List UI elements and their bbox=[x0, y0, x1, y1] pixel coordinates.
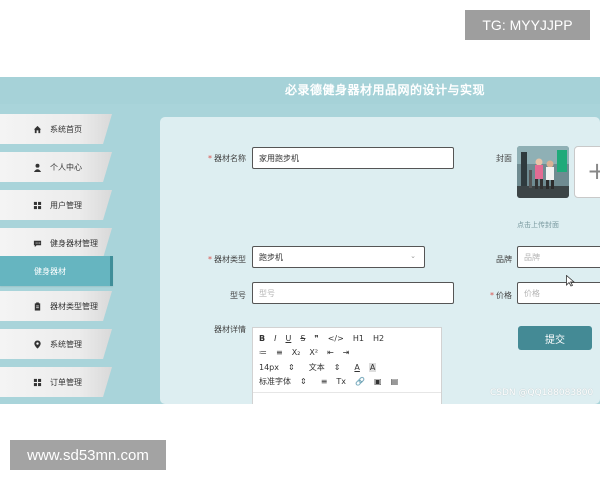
brand-input[interactable]: 品牌 bbox=[517, 246, 600, 268]
upload-hint[interactable]: 点击上传封面 bbox=[517, 220, 559, 230]
chevron-updown-icon: ⇕ bbox=[288, 363, 295, 372]
type-select[interactable]: 跑步机 ⌄ bbox=[252, 246, 425, 268]
sidebar-item-label: 个人中心 bbox=[50, 162, 82, 172]
sidebar-item-users[interactable]: 用户管理 bbox=[0, 190, 112, 220]
model-label: 型号 bbox=[230, 291, 246, 300]
editor-toolbar-row2: ≔ ≡ X₂ X² ⇤ ⇥ bbox=[259, 348, 358, 357]
name-input[interactable]: 家用跑步机 bbox=[252, 147, 454, 169]
sidebar: 系统首页 个人中心 用户管理 健身器材管理 健身器材 器材类型管理 系统管理 订… bbox=[0, 104, 116, 404]
sidebar-item-home[interactable]: 系统首页 bbox=[0, 114, 112, 144]
bg-color-button[interactable]: A bbox=[368, 363, 377, 372]
sidebar-item-label: 用户管理 bbox=[50, 200, 82, 210]
quote-button[interactable]: ❞ bbox=[314, 334, 318, 343]
sidebar-item-label: 健身器材管理 bbox=[50, 238, 98, 248]
model-input[interactable]: 型号 bbox=[252, 282, 454, 304]
chevron-down-icon: ⌄ bbox=[410, 252, 416, 260]
app-window: 必录德健身器材用品网的设计与实现 系统首页 个人中心 用户管理 健身器材管理 健… bbox=[0, 77, 600, 404]
home-icon bbox=[32, 124, 42, 134]
grid-icon bbox=[32, 377, 42, 387]
type-label: * 器材类型 bbox=[208, 255, 246, 264]
sidebar-item-label: 健身器材 bbox=[34, 266, 66, 276]
h1-button[interactable]: H1 bbox=[353, 334, 364, 343]
detail-label: 器材详情 bbox=[214, 325, 246, 334]
clipboard-icon bbox=[32, 301, 42, 311]
editor-divider bbox=[253, 392, 441, 393]
cursor-icon bbox=[566, 275, 575, 287]
cover-image[interactable] bbox=[517, 146, 569, 198]
sidebar-item-label: 订单管理 bbox=[50, 377, 82, 387]
editor-toolbar-row4: 标准字体 ⇕ ≡ Tx 🔗 ▣ ▤ bbox=[259, 376, 407, 387]
sidebar-item-equipment-mgmt[interactable]: 健身器材管理 bbox=[0, 228, 112, 258]
superscript-button[interactable]: X² bbox=[309, 348, 318, 357]
chat-icon bbox=[32, 238, 42, 248]
align-icon[interactable]: ≡ bbox=[321, 377, 328, 386]
italic-button[interactable]: I bbox=[274, 334, 276, 343]
tg-watermark: TG: MYYJJPP bbox=[465, 10, 590, 40]
sidebar-item-label: 器材类型管理 bbox=[50, 301, 98, 311]
outdent-icon[interactable]: ⇤ bbox=[327, 348, 334, 357]
underline-button[interactable]: U bbox=[285, 334, 291, 343]
cover-label: 封面 bbox=[496, 154, 512, 163]
price-input[interactable]: 价格 bbox=[517, 282, 600, 304]
sidebar-subitem-equipment[interactable]: 健身器材 bbox=[0, 256, 113, 286]
code-button[interactable]: </> bbox=[328, 334, 344, 343]
editor-toolbar-row1: B I U S ❞ </> H1 H2 bbox=[259, 334, 393, 343]
sidebar-item-label: 系统管理 bbox=[50, 339, 82, 349]
editor-toolbar-row3: 14px ⇕ 文本 ⇕ A A bbox=[259, 362, 385, 373]
app-header: 必录德健身器材用品网的设计与实现 bbox=[0, 77, 600, 104]
link-icon[interactable]: 🔗 bbox=[355, 377, 365, 386]
font-family-select[interactable]: 标准字体 bbox=[259, 376, 291, 387]
cover-upload-box[interactable]: + bbox=[574, 146, 600, 198]
font-color-button[interactable]: A bbox=[354, 363, 359, 372]
indent-icon[interactable]: ⇥ bbox=[343, 348, 350, 357]
bullet-list-icon[interactable]: ≡ bbox=[276, 348, 283, 357]
pin-icon bbox=[32, 339, 42, 349]
site-watermark: www.sd53mn.com bbox=[10, 440, 166, 470]
submit-button[interactable]: 提交 bbox=[518, 326, 592, 350]
strike-button[interactable]: S bbox=[300, 334, 305, 343]
name-label: * 器材名称 bbox=[208, 154, 246, 163]
sidebar-item-type-mgmt[interactable]: 器材类型管理 bbox=[0, 291, 112, 321]
sidebar-item-system[interactable]: 系统管理 bbox=[0, 329, 112, 359]
sidebar-item-profile[interactable]: 个人中心 bbox=[0, 152, 112, 182]
clear-format-icon[interactable]: Tx bbox=[336, 377, 346, 386]
sidebar-item-label: 系统首页 bbox=[50, 124, 82, 134]
h2-button[interactable]: H2 bbox=[373, 334, 384, 343]
font-size-select[interactable]: 14px bbox=[259, 363, 279, 372]
video-icon[interactable]: ▤ bbox=[391, 377, 399, 386]
block-format-select[interactable]: 文本 bbox=[309, 362, 325, 373]
image-icon[interactable]: ▣ bbox=[374, 377, 382, 386]
bold-button[interactable]: B bbox=[259, 334, 265, 343]
sidebar-item-orders[interactable]: 订单管理 bbox=[0, 367, 112, 397]
grid-icon bbox=[32, 200, 42, 210]
person-icon bbox=[32, 162, 42, 172]
csdn-watermark: CSDN @QQ188083800 bbox=[490, 388, 594, 398]
subscript-button[interactable]: X₂ bbox=[292, 348, 301, 357]
price-label: * 价格 bbox=[490, 291, 512, 300]
app-title: 必录德健身器材用品网的设计与实现 bbox=[285, 83, 486, 97]
rich-text-editor[interactable]: B I U S ❞ </> H1 H2 ≔ ≡ X₂ X² ⇤ ⇥ 14px ⇕… bbox=[252, 327, 442, 404]
chevron-updown-icon: ⇕ bbox=[300, 377, 307, 386]
chevron-updown-icon: ⇕ bbox=[333, 363, 341, 372]
brand-label: 品牌 bbox=[496, 255, 512, 264]
ordered-list-icon[interactable]: ≔ bbox=[259, 348, 267, 357]
plus-icon: + bbox=[587, 157, 600, 185]
